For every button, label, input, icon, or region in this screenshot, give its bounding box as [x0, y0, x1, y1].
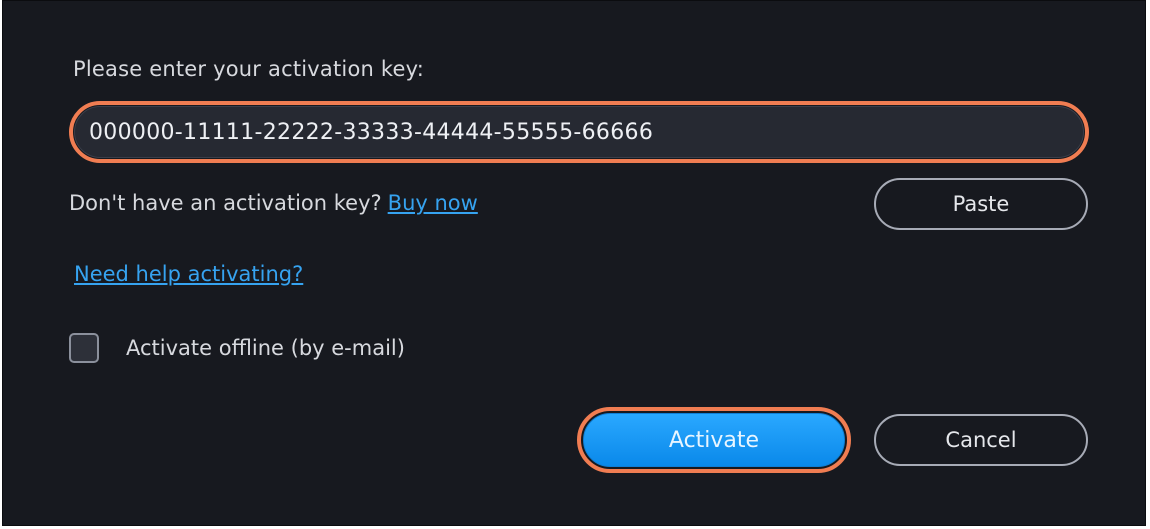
cancel-button-label: Cancel — [945, 428, 1017, 452]
activate-button-label: Activate — [668, 427, 760, 453]
cancel-button[interactable]: Cancel — [874, 414, 1088, 466]
buy-now-link[interactable]: Buy now — [388, 191, 478, 215]
activate-button[interactable]: Activate — [583, 413, 845, 467]
activation-prompt: Please enter your activation key: — [73, 57, 424, 81]
activation-key-input[interactable] — [74, 106, 1084, 158]
offline-option: Activate offline (by e-mail) — [69, 333, 405, 363]
need-help-link[interactable]: Need help activating? — [74, 262, 303, 286]
paste-button[interactable]: Paste — [874, 178, 1088, 230]
offline-checkbox[interactable] — [69, 333, 99, 363]
no-key-text: Don't have an activation key? — [69, 191, 382, 215]
activation-dialog: Please enter your activation key: Don't … — [2, 0, 1146, 526]
offline-label[interactable]: Activate offline (by e-mail) — [126, 336, 405, 360]
no-key-row: Don't have an activation key? Buy now — [69, 191, 478, 215]
paste-button-label: Paste — [952, 192, 1010, 216]
